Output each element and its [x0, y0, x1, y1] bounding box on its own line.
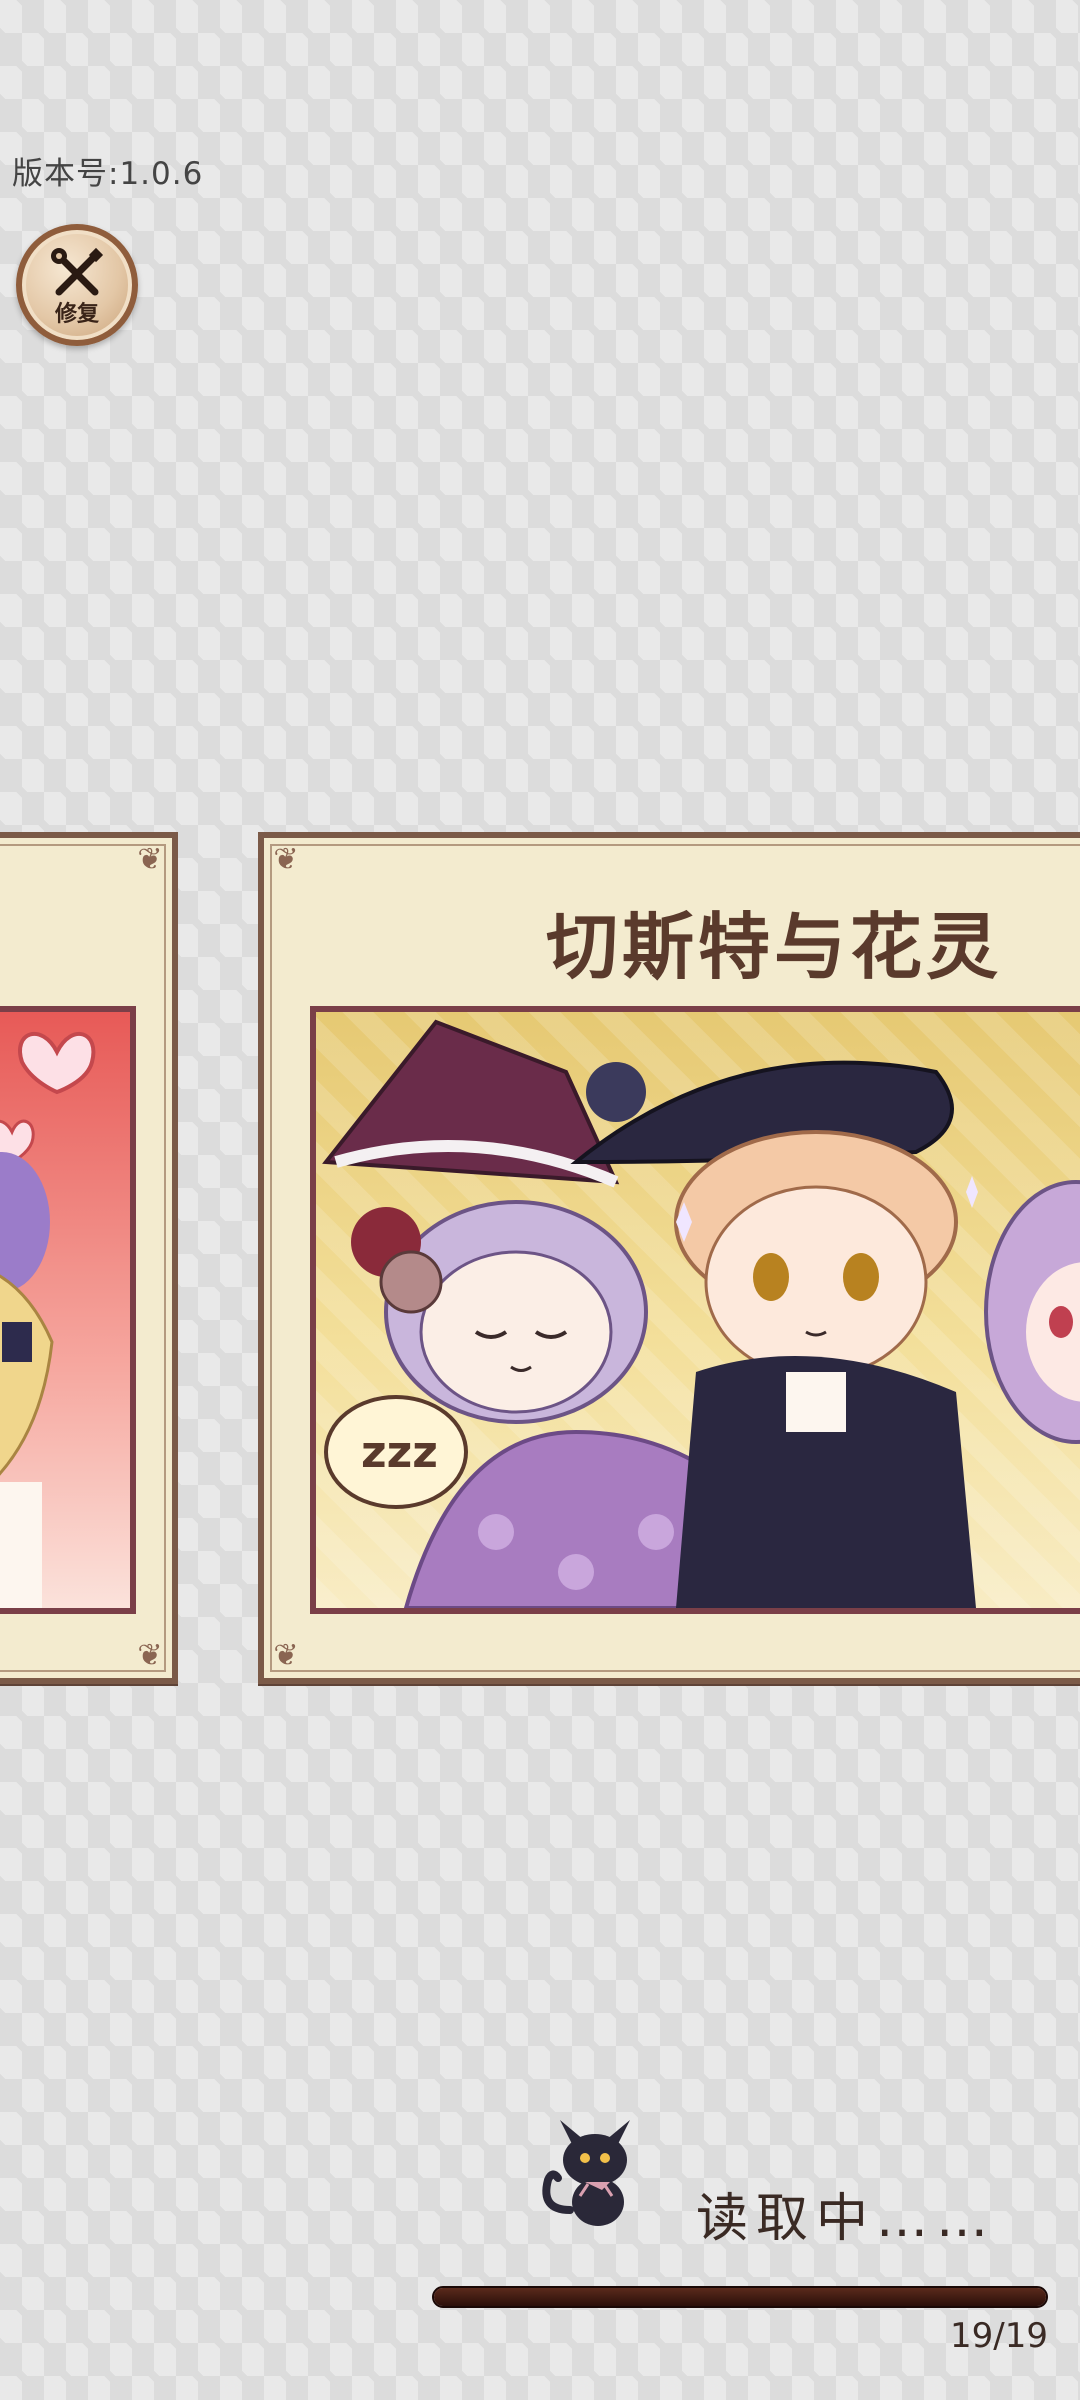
loading-progress-bar — [432, 2286, 1048, 2308]
story-card-main[interactable]: ❦ ❦ 切斯特与花灵 zzz — [258, 832, 1080, 1684]
loading-progress-count: 19/19 — [950, 2316, 1048, 2356]
black-cat-icon — [542, 2120, 630, 2226]
story-card-art — [0, 1006, 136, 1614]
character-illustration: zzz — [322, 1019, 1080, 1608]
corner-ornament-icon: ❦ — [137, 842, 163, 877]
character-illustration — [0, 1031, 96, 1608]
corner-ornament-icon: ❦ — [273, 1638, 299, 1673]
story-card-title: 切斯特与花灵 — [545, 905, 1002, 989]
loading-progress-fill — [434, 2288, 1046, 2306]
corner-ornament-icon: ❦ — [137, 1638, 163, 1673]
story-card-art: zzz — [310, 1006, 1080, 1614]
loading-text: 读取中…… — [696, 2189, 997, 2249]
repair-button[interactable]: 修复 — [16, 224, 138, 346]
wrench-screwdriver-icon — [51, 247, 104, 296]
corner-ornament-icon: ❦ — [273, 842, 299, 877]
story-card-left[interactable]: ❦ ❦ — [0, 832, 178, 1684]
repair-button-label: 修复 — [54, 302, 99, 327]
version-label: 版本号:1.0.6 — [12, 156, 204, 192]
svg-text:zzz: zzz — [361, 1427, 438, 1478]
